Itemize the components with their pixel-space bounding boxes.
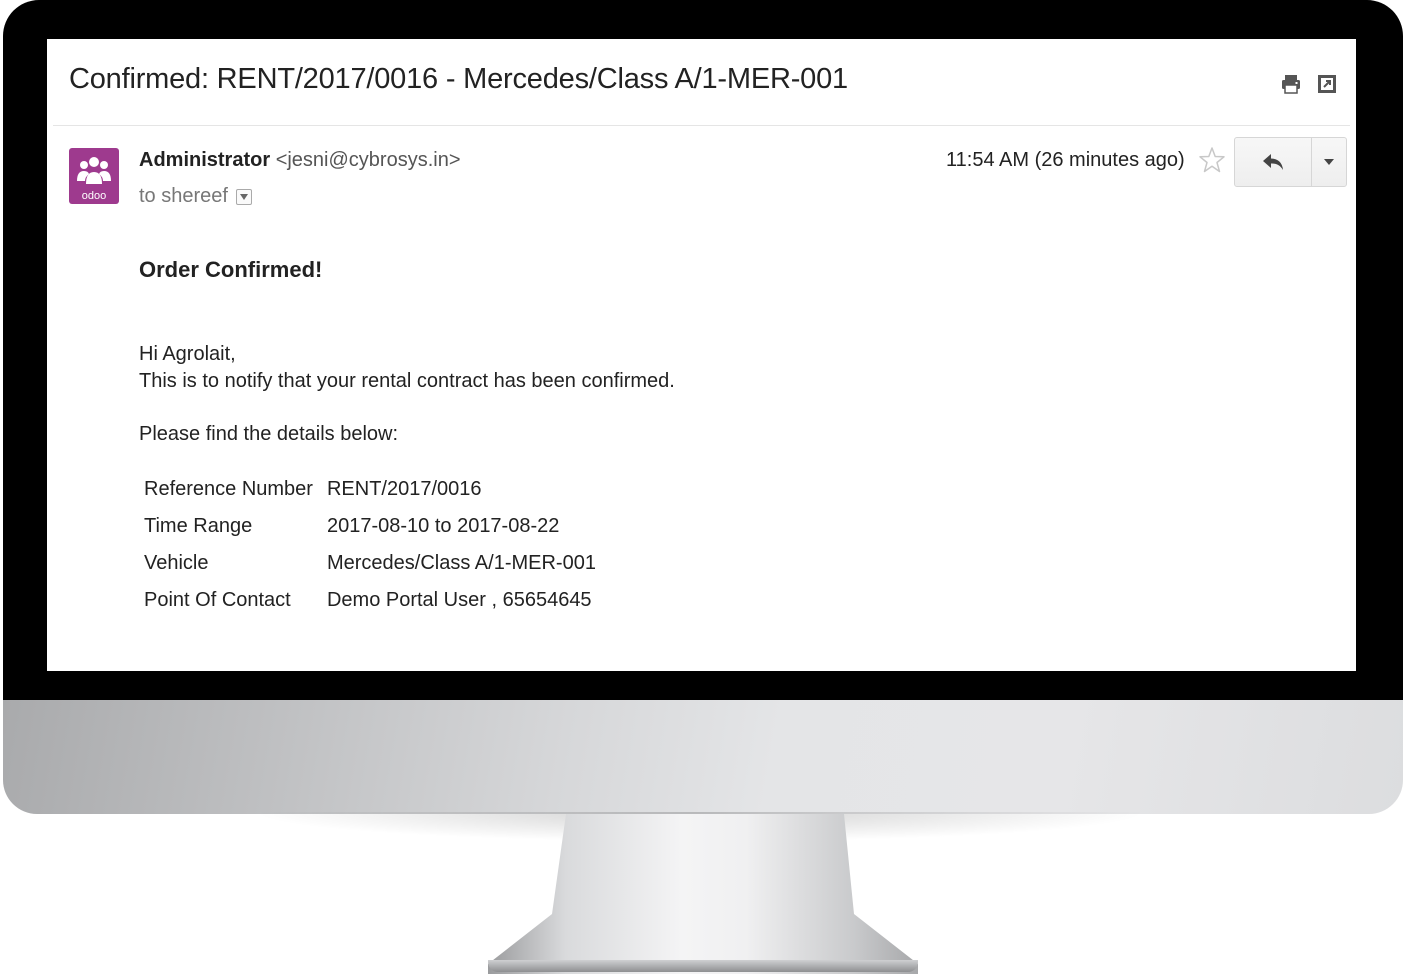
greeting: Hi Agrolait,	[139, 343, 236, 365]
print-icon[interactable]	[1280, 73, 1302, 95]
reply-button-group	[1234, 137, 1347, 187]
details-table: Reference Number RENT/2017/0016 Time Ran…	[140, 471, 610, 619]
detail-label: Vehicle	[144, 552, 209, 574]
recipient-details-dropdown[interactable]	[235, 188, 252, 205]
table-row: Vehicle Mercedes/Class A/1-MER-001	[144, 545, 606, 582]
notification-text: This is to notify that your rental contr…	[139, 370, 675, 392]
table-row: Time Range 2017-08-10 to 2017-08-22	[144, 508, 606, 545]
email-timestamp: 11:54 AM (26 minutes ago)	[946, 149, 1185, 171]
sender-email: <jesni@cybrosys.in>	[275, 149, 461, 171]
avatar-label: odoo	[82, 190, 106, 202]
chevron-down-icon	[1324, 159, 1334, 165]
body-heading: Order Confirmed!	[139, 257, 323, 282]
header-divider	[53, 125, 1350, 126]
star-icon[interactable]	[1198, 146, 1226, 174]
table-row: Point Of Contact Demo Portal User , 6565…	[144, 582, 606, 619]
recipient-line: to shereef	[139, 185, 252, 208]
email-toolbar	[1280, 73, 1338, 95]
table-row: Reference Number RENT/2017/0016	[144, 471, 606, 508]
monitor-stand-base	[488, 960, 918, 972]
detail-value: Demo Portal User , 65654645	[326, 589, 592, 611]
detail-value: 2017-08-10 to 2017-08-22	[326, 515, 560, 537]
sender-line: Administrator <jesni@cybrosys.in>	[139, 149, 461, 172]
recipient: to shereef	[139, 185, 228, 207]
sender-name[interactable]: Administrator	[139, 149, 270, 171]
detail-label: Reference Number	[144, 478, 313, 500]
details-intro: Please find the details below:	[139, 423, 399, 445]
email-view: Confirmed: RENT/2017/0016 - Mercedes/Cla…	[47, 39, 1356, 671]
reply-icon	[1263, 154, 1283, 170]
caret-down-icon	[239, 193, 248, 200]
detail-value: Mercedes/Class A/1-MER-001	[326, 552, 596, 574]
detail-value: RENT/2017/0016	[326, 478, 482, 500]
users-icon: odoo	[77, 157, 111, 202]
more-options-button[interactable]	[1312, 138, 1346, 186]
monitor-chin	[3, 700, 1403, 814]
open-in-new-window-icon[interactable]	[1316, 73, 1338, 95]
reply-button[interactable]	[1235, 138, 1312, 186]
detail-label: Point Of Contact	[144, 589, 291, 611]
avatar: odoo	[69, 148, 119, 204]
detail-label: Time Range	[144, 515, 253, 537]
email-subject: Confirmed: RENT/2017/0016 - Mercedes/Cla…	[69, 63, 848, 95]
